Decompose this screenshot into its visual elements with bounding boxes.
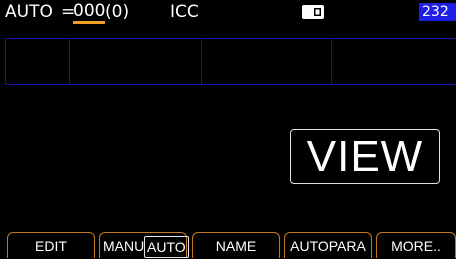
icc-indicator: ICC	[170, 2, 199, 22]
table-cell	[69, 39, 201, 84]
manu-label: MANU	[103, 238, 145, 254]
table-cell	[5, 39, 69, 84]
auto-selected-label: AUTO	[144, 236, 189, 258]
name-softkey[interactable]: NAME	[192, 232, 280, 258]
auto-step-count: (0)	[105, 2, 130, 22]
parameter-table	[5, 38, 456, 85]
table-cell	[331, 39, 456, 84]
mode-label: AUTO	[5, 2, 53, 22]
view-indicator: VIEW	[290, 129, 440, 184]
autopara-softkey[interactable]: AUTOPARA	[284, 232, 372, 258]
interface-badge: 232	[419, 3, 456, 21]
memory-card-icon	[302, 5, 324, 19]
auto-sequence-number: 000	[73, 2, 106, 24]
table-cell	[201, 39, 331, 84]
softkey-bar: EDIT MANU AUTO NAME AUTOPARA MORE..	[0, 232, 456, 258]
edit-softkey[interactable]: EDIT	[7, 232, 95, 258]
status-bar: AUTO = 000 (0) ICC 232	[0, 0, 456, 26]
manu-auto-softkey[interactable]: MANU AUTO	[99, 232, 189, 258]
more-softkey[interactable]: MORE..	[376, 232, 456, 258]
